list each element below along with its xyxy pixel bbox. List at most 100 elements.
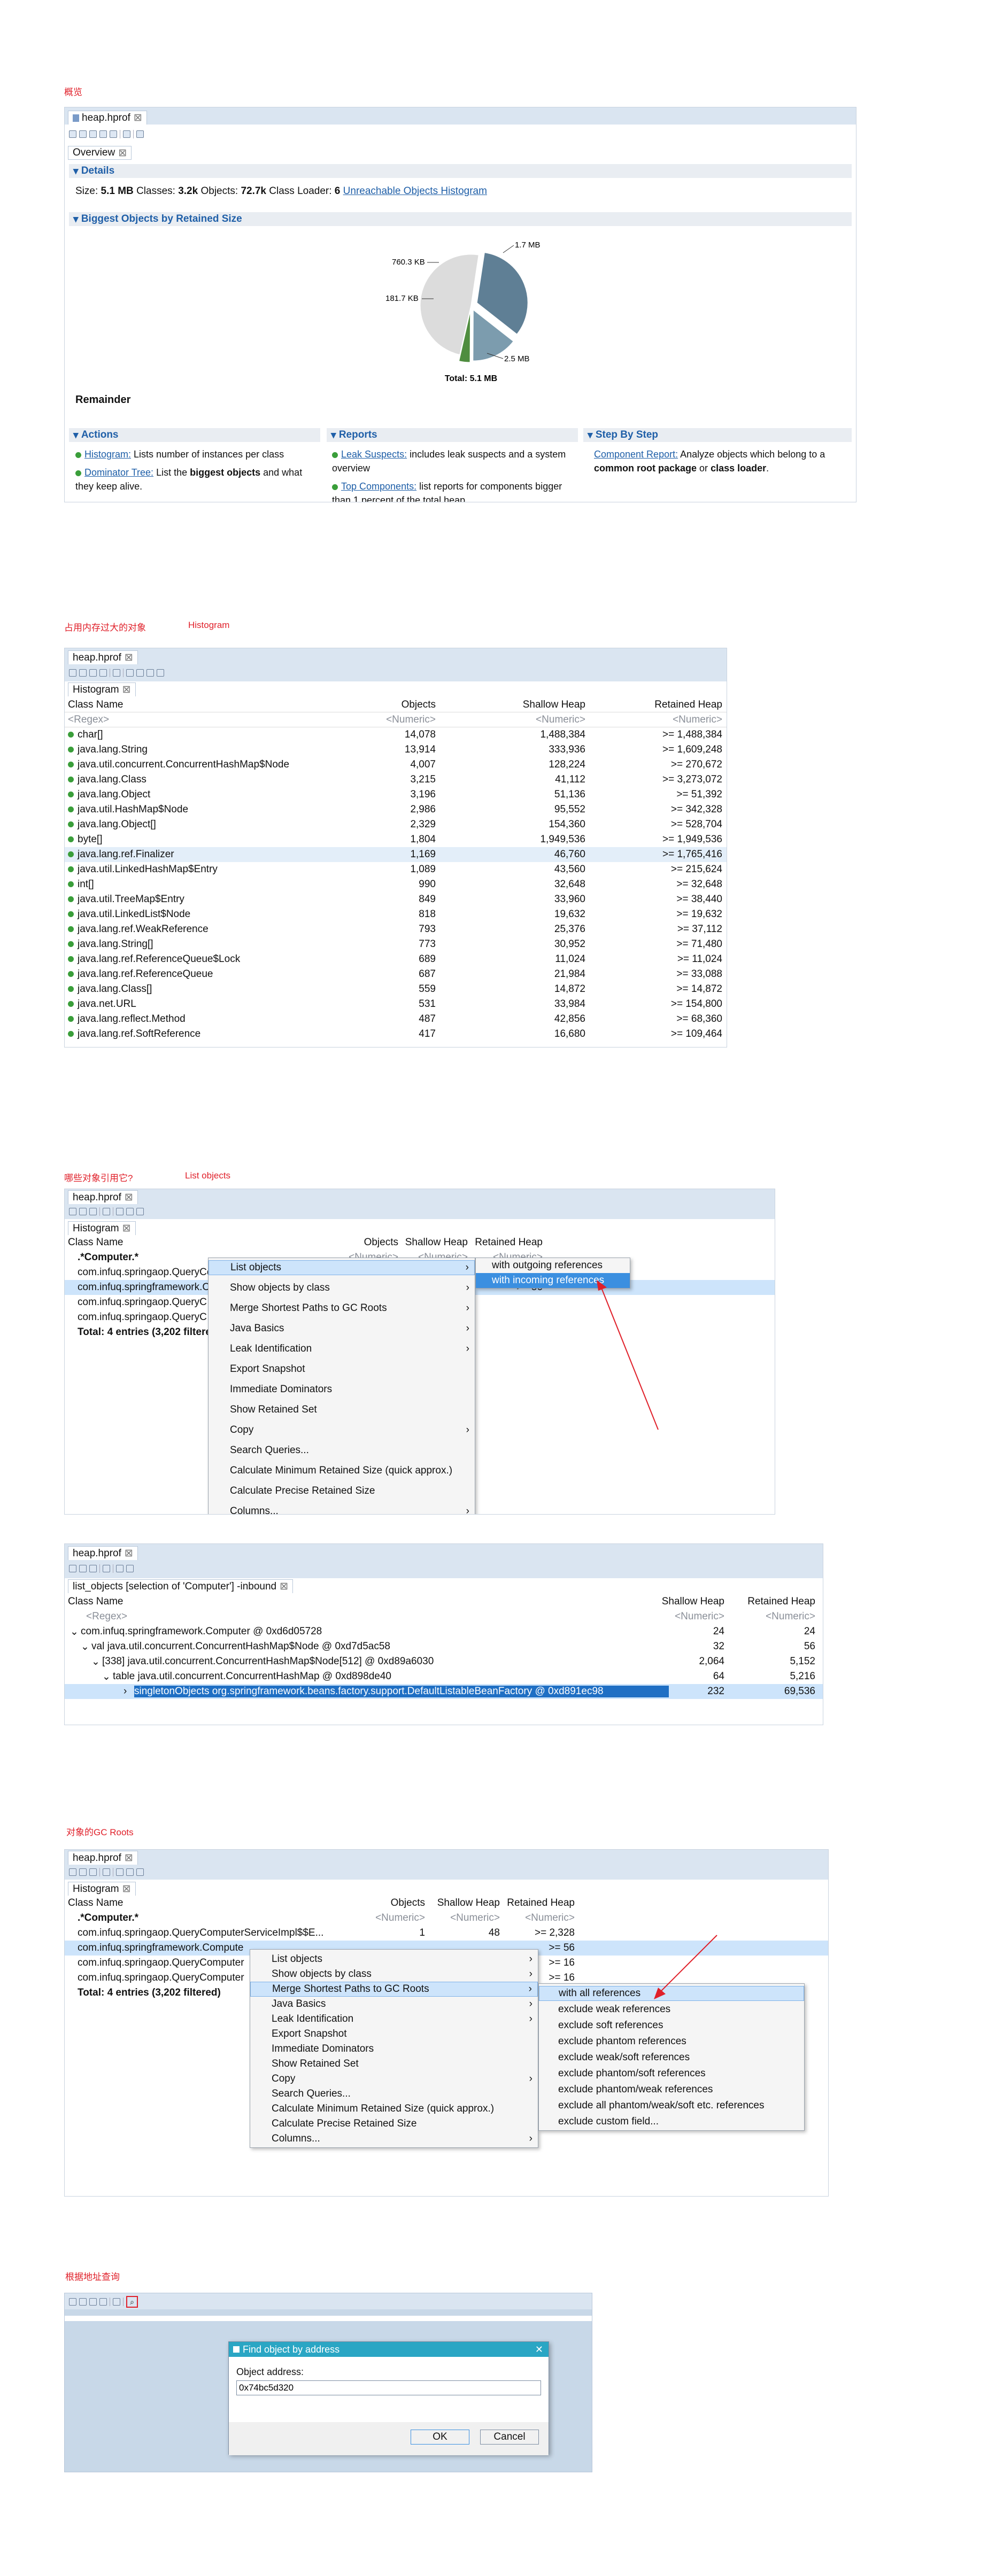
oql-icon[interactable] bbox=[110, 130, 117, 138]
column-header[interactable]: Objects bbox=[364, 1897, 425, 1909]
report-icon[interactable] bbox=[103, 1208, 110, 1215]
filter-cell[interactable]: <Numeric> bbox=[728, 1611, 815, 1623]
filter-regex[interactable]: .*Computer.* bbox=[78, 1252, 138, 1263]
column-header[interactable]: Objects bbox=[343, 1237, 398, 1248]
column-header[interactable]: Shallow Heap bbox=[439, 699, 585, 711]
menu-item[interactable]: Merge Shortest Paths to GC Roots › bbox=[209, 1301, 475, 1316]
cancel-button[interactable]: Cancel bbox=[480, 2430, 539, 2445]
group-icon[interactable] bbox=[126, 1208, 134, 1215]
group-icon[interactable] bbox=[126, 1868, 134, 1876]
dominator-icon[interactable] bbox=[89, 1565, 97, 1572]
table-row[interactable]: java.lang.Class[] 559 14,872 >= 14,872 bbox=[65, 982, 727, 997]
column-header[interactable]: Class Name bbox=[68, 1596, 639, 1608]
menu-item[interactable]: Export Snapshot bbox=[209, 1362, 475, 1377]
column-header[interactable]: Retained Heap bbox=[471, 1237, 543, 1248]
info-icon[interactable] bbox=[69, 2298, 76, 2306]
table-row[interactable]: java.util.LinkedHashMap$Entry 1,089 43,560… bbox=[65, 862, 727, 877]
query-icon[interactable] bbox=[99, 669, 107, 677]
menu-item[interactable]: Immediate Dominators bbox=[250, 2042, 538, 2057]
table-row[interactable]: int[] 990 32,648 >= 32,648 bbox=[65, 877, 727, 892]
filter-cell[interactable]: <Numeric> bbox=[503, 1912, 575, 1924]
search-icon[interactable] bbox=[116, 1868, 124, 1876]
tree-row[interactable]: val java.util.concurrent.ConcurrentHashM… bbox=[65, 1639, 823, 1654]
info-icon[interactable] bbox=[69, 1208, 76, 1215]
tree-row[interactable]: com.infuq.springframework.Computer @ 0xd… bbox=[65, 1624, 823, 1639]
tab-heap-hprof[interactable]: heap.hprof ⊠ bbox=[68, 1190, 138, 1204]
search-icon[interactable] bbox=[116, 1208, 124, 1215]
filter-row[interactable]: <Regex> <Numeric> <Numeric> bbox=[65, 1609, 823, 1624]
expand-toggle-icon[interactable]: ⌄ bbox=[91, 1656, 100, 1668]
close-icon[interactable]: ⊠ bbox=[122, 1222, 131, 1235]
group-icon[interactable] bbox=[136, 669, 144, 677]
report-icon[interactable] bbox=[103, 1868, 110, 1876]
leak-suspects-link[interactable]: Leak Suspects: bbox=[341, 449, 407, 460]
search-icon[interactable] bbox=[136, 130, 144, 138]
tab-heap-hprof[interactable]: heap.hprof ⊠ bbox=[68, 1851, 138, 1865]
table-row[interactable]: java.lang.Object[] 2,329 154,360 >= 528,704 bbox=[65, 817, 727, 832]
column-header[interactable]: Shallow Heap bbox=[402, 1237, 468, 1248]
table-row[interactable]: java.lang.String 13,914 333,936 >= 1,609,24… bbox=[65, 742, 727, 757]
tree-row[interactable]: [338] java.util.concurrent.ConcurrentHas… bbox=[65, 1654, 823, 1669]
tab-histogram[interactable]: Histogram ⊠ bbox=[68, 1882, 136, 1896]
table-row[interactable]: java.util.TreeMap$Entry 849 33,960 >= 38,44… bbox=[65, 892, 727, 907]
filter-cell[interactable]: <Numeric> bbox=[364, 1912, 425, 1924]
close-icon[interactable]: ⊠ bbox=[134, 112, 142, 124]
expand-toggle-icon[interactable]: ⌄ bbox=[81, 1641, 89, 1653]
filter-cell[interactable]: <Numeric> bbox=[589, 714, 722, 726]
histogram-icon[interactable] bbox=[79, 669, 87, 677]
column-header[interactable]: Class Name bbox=[68, 1237, 339, 1248]
menu-item[interactable]: Java Basics › bbox=[209, 1321, 475, 1336]
query-icon[interactable] bbox=[99, 2298, 107, 2306]
histogram-icon[interactable] bbox=[79, 1565, 87, 1572]
dominator-icon[interactable] bbox=[89, 1868, 97, 1876]
menu-item[interactable]: Export Snapshot bbox=[250, 2027, 538, 2042]
close-icon[interactable]: ⊠ bbox=[125, 1547, 133, 1559]
column-header[interactable]: Class Name bbox=[68, 699, 265, 711]
dominator-icon[interactable] bbox=[89, 2298, 97, 2306]
filter-cell[interactable]: <Numeric> bbox=[428, 1912, 500, 1924]
export-icon[interactable] bbox=[157, 669, 164, 677]
table-row[interactable]: java.util.LinkedList$Node 818 19,632 >= 19,… bbox=[65, 907, 727, 922]
tree-row[interactable]: table java.util.concurrent.ConcurrentHas… bbox=[65, 1669, 823, 1684]
report-icon[interactable] bbox=[103, 1565, 110, 1572]
submenu-item[interactable]: exclude phantom references bbox=[539, 2034, 804, 2049]
search-icon[interactable] bbox=[126, 669, 134, 677]
menu-item[interactable]: Search Queries... bbox=[209, 1443, 475, 1458]
menu-item[interactable]: Calculate Precise Retained Size bbox=[250, 2116, 538, 2131]
find-object-icon[interactable]: ⌕ bbox=[126, 2296, 138, 2308]
submenu-item[interactable]: exclude weak/soft references bbox=[539, 2050, 804, 2065]
menu-item[interactable]: Search Queries... bbox=[250, 2086, 538, 2101]
info-icon[interactable] bbox=[69, 1868, 76, 1876]
table-row[interactable]: java.lang.String[] 773 30,952 >= 71,480 bbox=[65, 937, 727, 952]
menu-item[interactable]: List objects › bbox=[250, 1952, 538, 1967]
close-icon[interactable]: ⊠ bbox=[122, 684, 131, 696]
table-row[interactable]: java.net.URL 531 33,984 >= 154,800 bbox=[65, 997, 727, 1012]
dominator-icon[interactable] bbox=[89, 130, 97, 138]
menu-item[interactable]: Show Retained Set bbox=[209, 1402, 475, 1417]
tab-list-objects[interactable]: list_objects [selection of 'Computer'] -… bbox=[68, 1579, 294, 1593]
histogram-icon[interactable] bbox=[79, 1208, 87, 1215]
dominator-icon[interactable] bbox=[89, 1208, 97, 1215]
component-report-link[interactable]: Component Report: bbox=[594, 449, 678, 460]
menu-item[interactable]: List objects › bbox=[209, 1260, 475, 1275]
close-icon[interactable]: ⊠ bbox=[118, 147, 127, 159]
close-icon[interactable]: ⊠ bbox=[280, 1580, 288, 1593]
tab-heap-hprof[interactable]: heap.hprof ⊠ bbox=[68, 650, 138, 664]
table-row[interactable]: java.lang.ref.SoftReference 417 16,680 >= 1… bbox=[65, 1027, 727, 1042]
tab-heap-hprof[interactable]: heap.hprof ⊠ bbox=[68, 1546, 138, 1560]
menu-item[interactable]: Columns... › bbox=[250, 2131, 538, 2146]
table-row[interactable]: java.lang.Class 3,215 41,112 >= 3,273,072 bbox=[65, 772, 727, 787]
menu-item[interactable]: Columns... › bbox=[209, 1504, 475, 1514]
filter-cell[interactable]: <Regex> bbox=[68, 714, 265, 726]
tab-heap-hprof[interactable]: heap.hprof ⊠ bbox=[68, 111, 147, 125]
submenu-item[interactable]: exclude soft references bbox=[539, 2018, 804, 2033]
histogram-icon[interactable] bbox=[79, 130, 87, 138]
unreachable-histogram-link[interactable]: Unreachable Objects Histogram bbox=[343, 185, 487, 197]
details-header[interactable]: ▾ Details bbox=[69, 164, 852, 178]
filter-cell[interactable]: <Numeric> bbox=[439, 714, 585, 726]
column-header[interactable]: Retained Heap bbox=[503, 1897, 575, 1909]
filter-row[interactable]: <Regex> <Numeric> <Numeric> <Numeric> bbox=[65, 712, 727, 727]
column-header[interactable]: Retained Heap bbox=[589, 699, 722, 711]
column-header[interactable]: Shallow Heap bbox=[642, 1596, 724, 1608]
filter-row[interactable]: .*Computer.*<Numeric><Numeric><Numeric> bbox=[65, 1911, 828, 1926]
